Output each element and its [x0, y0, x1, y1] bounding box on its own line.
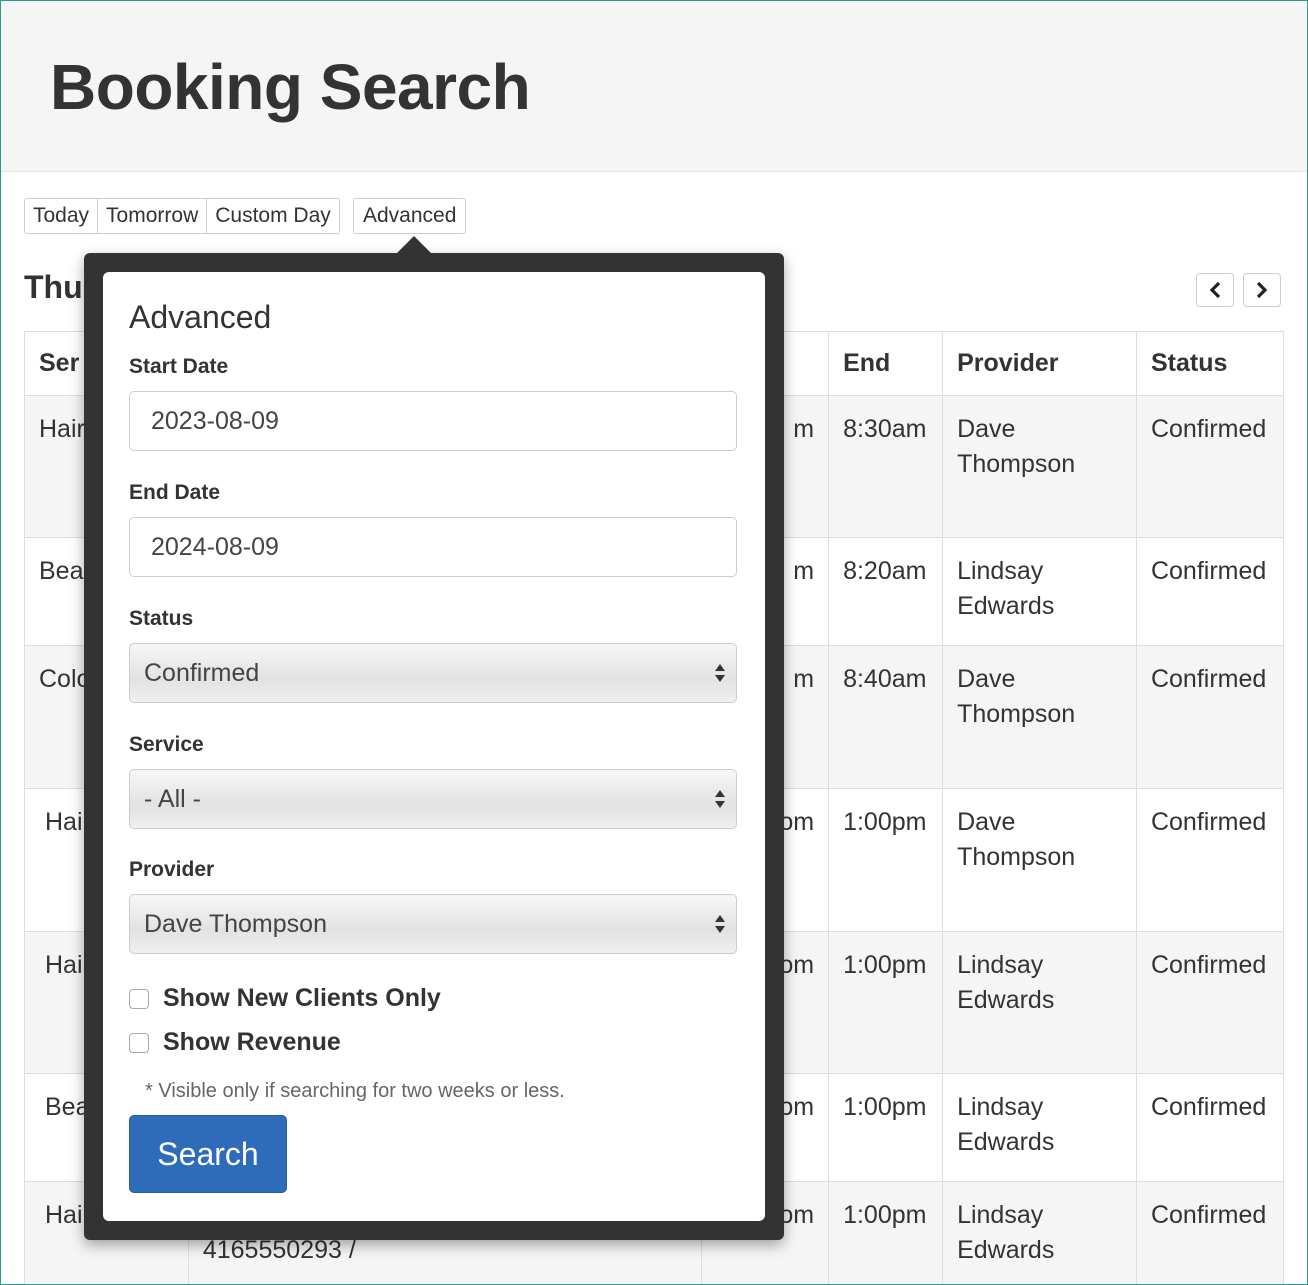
col-header-status: Status	[1135, 331, 1285, 396]
advanced-form: Advanced Start Date 2023-08-09 End Date …	[103, 272, 765, 1221]
revenue-help-text: * Visible only if searching for two week…	[145, 1080, 565, 1102]
service-label: Service	[129, 733, 204, 756]
cell-provider: Lindsay Edwards	[942, 931, 1137, 1074]
provider-select[interactable]: Dave Thompson	[129, 894, 737, 954]
end-date-label: End Date	[129, 481, 221, 504]
cell-status: Confirmed	[1135, 1181, 1285, 1284]
status-select-value: Confirmed	[144, 659, 260, 687]
chevron-left-icon	[1209, 281, 1221, 299]
cell-end: 8:30am	[828, 395, 944, 538]
revenue-option[interactable]: Show Revenue	[129, 1028, 341, 1057]
status-select[interactable]: Confirmed	[129, 643, 737, 703]
new-clients-checkbox[interactable]	[129, 988, 149, 1009]
provider-select-value: Dave Thompson	[144, 910, 327, 938]
page-title: Booking Search	[50, 51, 531, 123]
col-header-end: End	[828, 331, 944, 396]
new-clients-option[interactable]: Show New Clients Only	[129, 984, 441, 1013]
next-day-button[interactable]	[1243, 273, 1281, 307]
provider-label: Provider	[129, 858, 215, 881]
custom-day-button[interactable]: Custom Day	[207, 198, 340, 234]
service-select[interactable]: - All -	[129, 769, 737, 829]
cell-provider: Lindsay Edwards	[942, 537, 1137, 646]
start-date-label: Start Date	[129, 355, 229, 378]
revenue-label: Show Revenue	[163, 1028, 341, 1056]
cell-end: 8:20am	[828, 537, 944, 646]
chevron-right-icon	[1256, 281, 1268, 299]
advanced-button[interactable]: Advanced	[353, 198, 467, 234]
search-button[interactable]: Search	[129, 1115, 287, 1193]
day-title: Thu	[24, 269, 83, 305]
status-label: Status	[129, 607, 194, 630]
popover-arrow	[397, 236, 431, 253]
end-date-input[interactable]: 2024-08-09	[129, 517, 737, 577]
cell-end: 1:00pm	[828, 931, 944, 1074]
advanced-popover: Advanced Start Date 2023-08-09 End Date …	[84, 236, 784, 1240]
prev-day-button[interactable]	[1196, 273, 1234, 307]
cell-status: Confirmed	[1135, 931, 1285, 1074]
cell-end: 1:00pm	[828, 1073, 944, 1182]
popover-title: Advanced	[129, 299, 272, 335]
revenue-checkbox[interactable]	[129, 1032, 149, 1053]
cell-provider: Dave Thompson	[942, 645, 1137, 789]
cell-status: Confirmed	[1135, 645, 1285, 789]
cell-status: Confirmed	[1135, 395, 1285, 538]
cell-status: Confirmed	[1135, 537, 1285, 646]
cell-provider: Lindsay Edwards	[942, 1073, 1137, 1182]
tomorrow-button[interactable]: Tomorrow	[98, 198, 208, 234]
new-clients-label: Show New Clients Only	[163, 984, 441, 1012]
select-arrows-icon	[715, 915, 725, 933]
cell-end: 8:40am	[828, 645, 944, 789]
cell-end: 1:00pm	[828, 1181, 944, 1284]
select-arrows-icon	[715, 664, 725, 682]
app-frame: Booking Search Today Tomorrow Custom Day…	[1, 1, 1307, 1284]
page-header: Booking Search	[1, 1, 1307, 172]
cell-status: Confirmed	[1135, 1073, 1285, 1182]
col-header-provider: Provider	[942, 331, 1137, 396]
cell-status: Confirmed	[1135, 788, 1285, 932]
service-select-value: - All -	[144, 785, 201, 813]
select-arrows-icon	[715, 790, 725, 808]
cell-provider: Dave Thompson	[942, 788, 1137, 932]
today-button[interactable]: Today	[24, 198, 99, 234]
cell-provider: Lindsay Edwards	[942, 1181, 1137, 1284]
quick-filter-group: Today Tomorrow Custom Day	[24, 198, 340, 234]
cell-end: 1:00pm	[828, 788, 944, 932]
cell-provider: Dave Thompson	[942, 395, 1137, 538]
start-date-input[interactable]: 2023-08-09	[129, 391, 737, 451]
